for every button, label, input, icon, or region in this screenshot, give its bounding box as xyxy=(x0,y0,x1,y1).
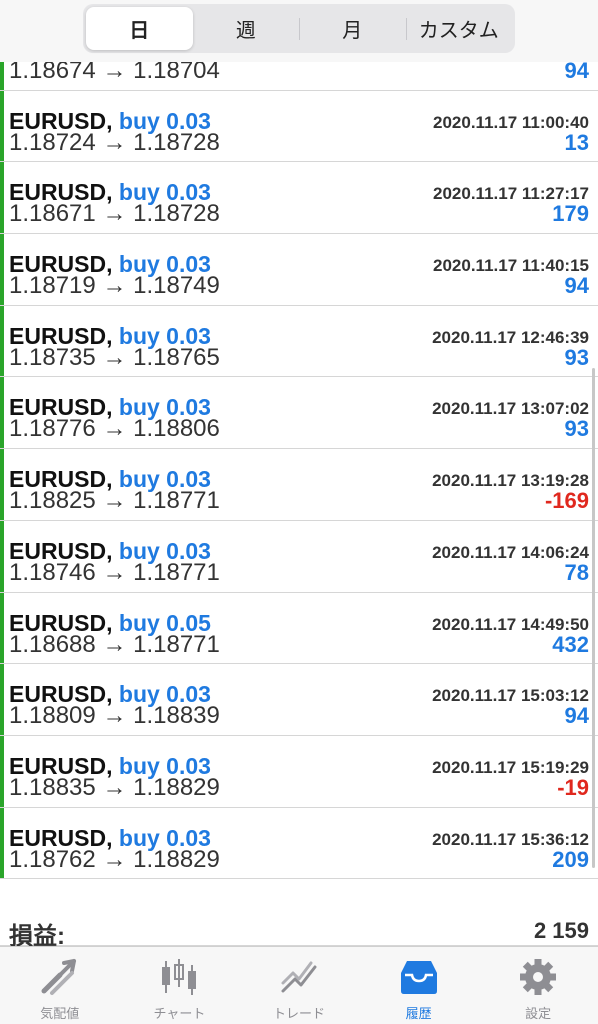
deals-list[interactable]: EURUSD, buy 0.032020.11.17 10:42:131.186… xyxy=(0,44,598,904)
tab-history-label: 履歴 xyxy=(405,1006,432,1021)
deal-prices: 1.18776 → 1.18806 xyxy=(9,415,220,443)
deal-row[interactable]: EURUSD, buy 0.03 2020.11.17 11:00:40 1.187… xyxy=(0,90,598,163)
deal-open-price: 1.18825 xyxy=(9,487,96,515)
tab-history[interactable]: 履歴 xyxy=(359,947,479,1024)
deal-close-price: 1.18829 xyxy=(133,773,220,801)
deal-profit: -19 xyxy=(557,774,589,800)
deal-open-price: 1.18724 xyxy=(9,128,96,156)
tab-chart-label: チャート xyxy=(153,1006,206,1021)
deal-prices: 1.18719 → 1.18749 xyxy=(9,272,220,300)
deal-row[interactable]: EURUSD, buy 0.03 2020.11.17 11:40:15 1.187… xyxy=(0,234,598,306)
deal-close-price: 1.18829 xyxy=(133,845,220,873)
deal-row[interactable]: EURUSD, buy 0.03 2020.11.17 13:07:02 1.187… xyxy=(0,377,598,450)
deal-close-price: 1.18728 xyxy=(133,128,220,156)
deal-close-price: 1.18728 xyxy=(133,200,220,228)
segment-day[interactable]: 日 xyxy=(86,7,193,50)
deal-profit: 13 xyxy=(564,129,589,155)
profit-summary: 損益: 2 159 xyxy=(0,904,598,950)
deal-close-price: 1.18771 xyxy=(133,630,220,658)
arrow-icon: → xyxy=(102,702,127,730)
deal-close-price: 1.18806 xyxy=(133,415,220,443)
arrow-icon: → xyxy=(102,200,127,228)
segment-month[interactable]: 月 xyxy=(299,7,406,50)
tab-settings[interactable]: 設定 xyxy=(478,947,598,1024)
deal-profit: -169 xyxy=(544,488,589,514)
period-segmented-control: 日 週 月 カスタム xyxy=(83,4,515,53)
deal-open-price: 1.18719 xyxy=(9,272,96,300)
deal-row[interactable]: EURUSD, buy 0.03 2020.11.17 11:27:17 1.186… xyxy=(0,162,598,235)
deal-prices: 1.18809 → 1.18839 xyxy=(9,702,220,730)
arrow-icon: → xyxy=(102,272,127,300)
deal-row[interactable]: EURUSD, buy 0.05 2020.11.17 14:49:50 1.186… xyxy=(0,592,598,665)
deal-open-price: 1.18688 xyxy=(9,630,96,658)
deal-open-price: 1.18776 xyxy=(9,415,96,443)
history-icon xyxy=(400,961,437,994)
chart-icon xyxy=(162,959,197,995)
summary-value: 2 159 xyxy=(533,918,589,943)
arrow-icon: → xyxy=(102,128,127,156)
deal-profit: 93 xyxy=(564,416,589,442)
deal-close-price: 1.18771 xyxy=(133,487,220,515)
arrow-icon: → xyxy=(102,773,127,801)
deal-row[interactable]: EURUSD, buy 0.03 2020.11.17 15:19:29 1.188… xyxy=(0,735,598,808)
tab-chart[interactable]: チャート xyxy=(120,947,240,1024)
tab-quotes[interactable]: 気配値 xyxy=(0,947,120,1024)
deal-row[interactable]: EURUSD, buy 0.03 2020.11.17 12:46:39 1.187… xyxy=(0,305,598,378)
deal-profit: 78 xyxy=(564,559,589,585)
arrow-icon: → xyxy=(102,343,127,371)
deal-close-price: 1.18749 xyxy=(133,272,220,300)
deal-profit: 179 xyxy=(552,201,589,227)
deal-prices: 1.18762 → 1.18829 xyxy=(9,846,220,874)
tab-trade[interactable]: トレード xyxy=(239,947,359,1024)
quotes-icon xyxy=(41,959,76,995)
deal-close-price: 1.18771 xyxy=(133,558,220,586)
deal-prices: 1.18746 → 1.18771 xyxy=(9,559,220,587)
scroll-indicator xyxy=(592,368,595,868)
deal-open-price: 1.18735 xyxy=(9,343,96,371)
deal-profit: 94 xyxy=(564,273,589,299)
deal-profit: 93 xyxy=(564,344,589,370)
arrow-icon: → xyxy=(102,415,127,443)
tab-trade-label: トレード xyxy=(272,1006,325,1021)
deal-prices: 1.18724 → 1.18728 xyxy=(9,129,220,157)
deal-open-price: 1.18746 xyxy=(9,558,96,586)
arrow-icon: → xyxy=(102,845,127,873)
arrow-icon: → xyxy=(102,558,127,586)
tab-settings-label: 設定 xyxy=(525,1006,552,1021)
trade-icon xyxy=(281,961,317,993)
period-header: 日 週 月 カスタム xyxy=(0,0,598,62)
deal-prices: 1.18735 → 1.18765 xyxy=(9,344,220,372)
deal-open-price: 1.18762 xyxy=(9,845,96,873)
deal-open-price: 1.18809 xyxy=(9,702,96,730)
deal-prices: 1.18688 → 1.18771 xyxy=(9,631,220,659)
deal-profit: 94 xyxy=(564,703,589,729)
segment-custom[interactable]: カスタム xyxy=(405,7,513,50)
deal-row[interactable]: EURUSD, buy 0.03 2020.11.17 14:06:24 1.187… xyxy=(0,520,598,593)
arrow-icon: → xyxy=(102,487,127,515)
deal-prices: 1.18825 → 1.18771 xyxy=(9,487,220,515)
tab-quotes-label: 気配値 xyxy=(40,1006,80,1021)
deal-close-price: 1.18839 xyxy=(133,702,220,730)
bottom-tab-bar: 気配値 チャート トレード 履歴 設定 xyxy=(0,946,598,1024)
deal-close-price: 1.18765 xyxy=(133,343,220,371)
deal-open-price: 1.18835 xyxy=(9,773,96,801)
deal-profit: 432 xyxy=(552,631,589,657)
deal-prices: 1.18671 → 1.18728 xyxy=(9,200,220,228)
deal-prices: 1.18835 → 1.18829 xyxy=(9,774,220,802)
segment-week[interactable]: 週 xyxy=(193,7,300,50)
deal-profit: 209 xyxy=(552,846,589,872)
deal-row[interactable]: EURUSD, buy 0.03 2020.11.17 15:36:12 1.187… xyxy=(0,807,598,880)
settings-icon xyxy=(520,959,557,995)
arrow-icon: → xyxy=(102,630,127,658)
deal-row[interactable]: EURUSD, buy 0.03 2020.11.17 13:19:28 1.188… xyxy=(0,449,598,521)
deal-open-price: 1.18671 xyxy=(9,200,96,228)
deal-row[interactable]: EURUSD, buy 0.03 2020.11.17 15:03:12 1.188… xyxy=(0,664,598,736)
